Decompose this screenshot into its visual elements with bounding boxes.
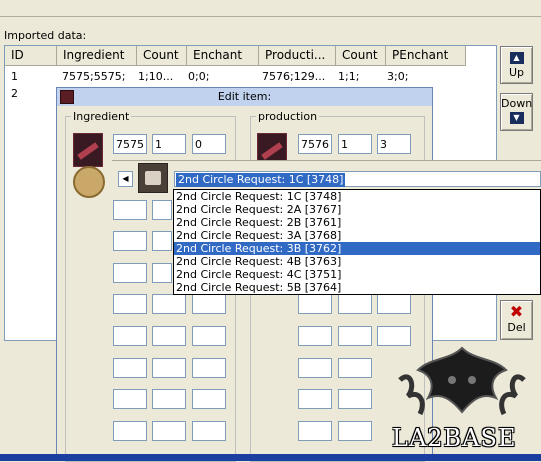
ingredient-count-field[interactable]	[152, 263, 172, 283]
column-header-ingredient[interactable]: Ingredient	[57, 46, 137, 66]
production-count-field[interactable]	[338, 294, 372, 314]
top-bar	[0, 0, 541, 17]
production-count-field[interactable]	[338, 358, 372, 378]
delete-button[interactable]: ✖ Del	[500, 300, 533, 340]
production-id-field[interactable]	[298, 358, 332, 378]
production-id-field[interactable]: 7576	[298, 134, 332, 154]
prev-arrow-button[interactable]: ◀	[118, 171, 133, 187]
combo-selected-text: 2nd Circle Request: 1C [3748]	[176, 173, 346, 187]
dropdown-option[interactable]: 2nd Circle Request: 1C [3748]	[174, 190, 540, 203]
production-count-field[interactable]: 1	[338, 134, 372, 154]
production-group-label: production	[256, 110, 320, 123]
arrow-left-icon: ◀	[122, 174, 129, 183]
ingredient-group-label: Ingredient	[71, 110, 132, 123]
ingredient-count-field[interactable]	[152, 421, 186, 441]
item-search-combobox[interactable]: 2nd Circle Request: 1C [3748]	[174, 171, 541, 187]
up-button[interactable]: ▲ Up	[500, 46, 533, 84]
column-header-penchant[interactable]: PEnchant	[386, 46, 466, 66]
dropdown-option[interactable]: 2nd Circle Request: 2A [3767]	[174, 203, 540, 216]
ingredient-enchant-field[interactable]	[192, 358, 226, 378]
cell-id: 1	[11, 70, 18, 83]
ingredient-count-field[interactable]	[152, 231, 172, 251]
app-icon	[60, 90, 74, 104]
ingredient-enchant-field[interactable]	[192, 389, 226, 409]
taskbar-strip	[0, 454, 541, 461]
cell-enchant: 0;0;	[188, 70, 210, 83]
delete-x-icon: ✖	[509, 302, 524, 321]
dialog-title: Edit item:	[217, 90, 272, 103]
dropdown-option[interactable]: 2nd Circle Request: 4B [3763]	[174, 255, 540, 268]
coin-icon[interactable]	[73, 166, 105, 198]
ingredient-count-field[interactable]	[152, 389, 186, 409]
column-header-production-count[interactable]: Count	[336, 46, 386, 66]
ingredient-count-field[interactable]	[152, 200, 172, 220]
ingredient-enchant-field[interactable]: 0	[192, 134, 226, 154]
ingredient-id-field[interactable]	[113, 231, 147, 251]
arrow-up-icon: ▲	[509, 52, 524, 64]
arrow-down-icon: ▼	[509, 112, 524, 124]
cell-ingredient: 7575;5575;	[62, 70, 126, 83]
cell-penchant: 3;0;	[387, 70, 409, 83]
ingredient-id-field[interactable]	[113, 358, 147, 378]
dropdown-option-highlighted[interactable]: 2nd Circle Request: 3B [3762]	[174, 242, 540, 255]
down-button-label: Down	[501, 97, 533, 110]
cell-production: 7576;129...	[262, 70, 326, 83]
ingredient-enchant-field[interactable]	[192, 294, 226, 314]
ingredient-id-field[interactable]	[113, 389, 147, 409]
production-enchant-field[interactable]: 3	[377, 134, 411, 154]
ingredient-id-field[interactable]: 7575	[113, 134, 147, 154]
column-header-id[interactable]: ID	[5, 46, 57, 66]
dropdown-option[interactable]: 2nd Circle Request: 2B [3761]	[174, 216, 540, 229]
dialog-title-bar: Edit item:	[57, 88, 432, 106]
scroll-item-icon	[138, 163, 168, 193]
production-count-field[interactable]	[338, 326, 372, 346]
ingredient-id-field[interactable]	[113, 326, 147, 346]
ingredient-count-field[interactable]	[152, 294, 186, 314]
production-id-field[interactable]	[298, 421, 332, 441]
up-button-label: Up	[508, 66, 525, 79]
production-id-field[interactable]	[298, 326, 332, 346]
ingredient-count-field[interactable]	[152, 326, 186, 346]
column-header-count[interactable]: Count	[137, 46, 187, 66]
production-id-field[interactable]	[298, 294, 332, 314]
cell-id: 2	[11, 87, 18, 100]
ingredient-count-field[interactable]: 1	[152, 134, 186, 154]
ingredient-id-field[interactable]	[113, 263, 147, 283]
watermark-text: LA2BASE	[392, 424, 517, 452]
ingredient-id-field[interactable]	[113, 200, 147, 220]
ingredient-enchant-field[interactable]	[192, 421, 226, 441]
ingredient-id-field[interactable]	[113, 294, 147, 314]
column-header-production[interactable]: Producti...	[259, 46, 336, 66]
production-count-field[interactable]	[338, 421, 372, 441]
cell-production-count: 1;1;	[338, 70, 360, 83]
ingredient-item-icon[interactable]	[73, 133, 103, 167]
production-id-field[interactable]	[298, 389, 332, 409]
ingredient-enchant-field[interactable]	[192, 326, 226, 346]
down-button[interactable]: Down ▼	[500, 93, 533, 131]
watermark-emblem	[398, 346, 526, 416]
dropdown-option[interactable]: 2nd Circle Request: 5B [3764]	[174, 281, 540, 294]
item-dropdown-list[interactable]: 2nd Circle Request: 1C [3748] 2nd Circle…	[173, 189, 541, 295]
dropdown-option[interactable]: 2nd Circle Request: 4C [3751]	[174, 268, 540, 281]
production-enchant-field[interactable]	[377, 294, 411, 314]
column-header-enchant[interactable]: Enchant	[187, 46, 259, 66]
delete-button-label: Del	[507, 321, 526, 334]
cell-count: 1;10...	[138, 70, 174, 83]
production-count-field[interactable]	[338, 389, 372, 409]
dropdown-option[interactable]: 2nd Circle Request: 3A [3768]	[174, 229, 540, 242]
imported-data-label: Imported data:	[4, 29, 87, 42]
ingredient-count-field[interactable]	[152, 358, 186, 378]
ingredient-id-field[interactable]	[113, 421, 147, 441]
